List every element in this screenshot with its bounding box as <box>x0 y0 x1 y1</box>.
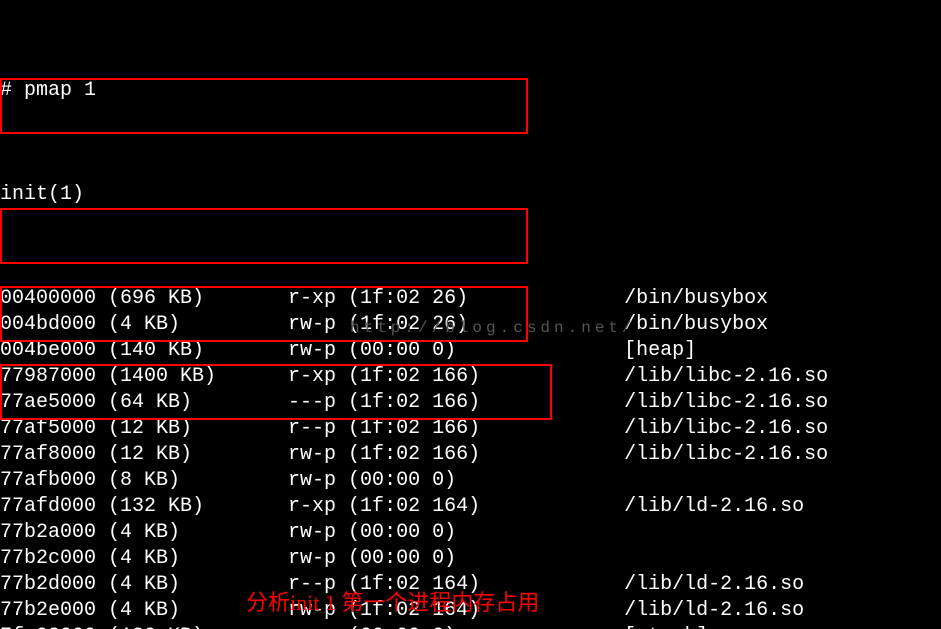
pmap-row: 77b2c000 (4 KB) rw-p (00:00 0) <box>0 546 941 572</box>
highlight-box-3 <box>0 286 528 342</box>
pmap-row: 77b2a000 (4 KB) rw-p (00:00 0) <box>0 520 941 546</box>
highlight-box-4 <box>0 364 552 420</box>
pmap-row: 77afd000 (132 KB) r-xp (1f:02 164) /lib/… <box>0 494 941 520</box>
highlight-box-2 <box>0 208 528 264</box>
terminal[interactable]: # pmap 1 init(1) 00400000 (696 KB) r-xp … <box>0 0 941 629</box>
highlight-box-1 <box>0 78 528 134</box>
pmap-row: 77afb000 (8 KB) rw-p (00:00 0) <box>0 468 941 494</box>
pmap-row: 77af8000 (12 KB) rw-p (1f:02 166) /lib/l… <box>0 442 941 468</box>
pmap-row: 7fa98000 (132 KB) rwxp (00:00 0) [stack] <box>0 624 941 629</box>
annotation-text: 分析init 1 第一个进程内存占用 <box>246 590 539 616</box>
process-name: init(1) <box>0 183 84 206</box>
process-line: init(1) <box>0 182 941 208</box>
